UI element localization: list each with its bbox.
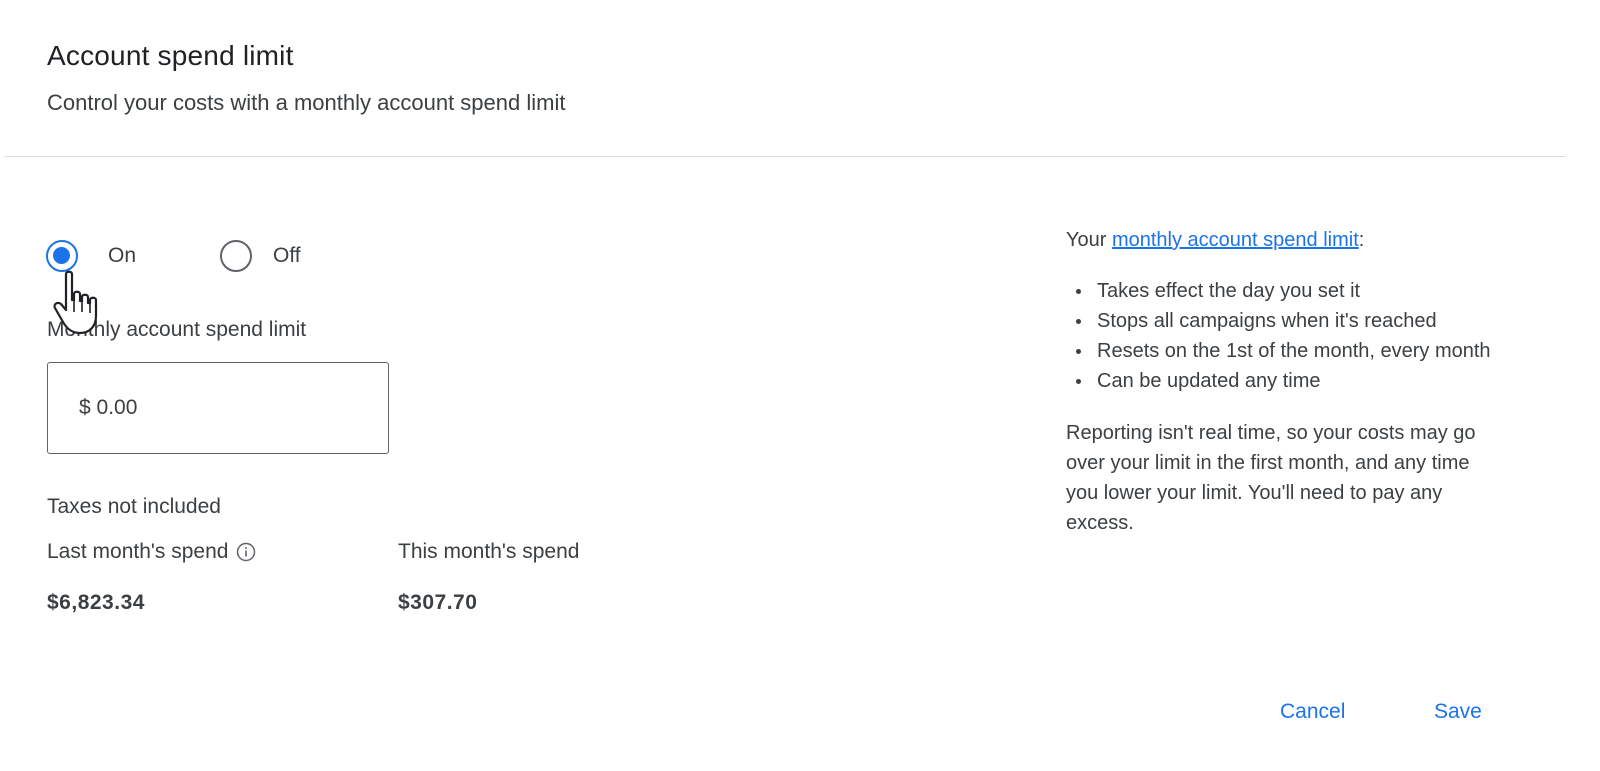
info-bullet-list: Takes effect the day you set it Stops al… [1066,276,1506,396]
spend-limit-help-link[interactable]: monthly account spend limit [1112,229,1359,251]
reporting-note: Reporting isn't real time, so your costs… [1066,422,1476,534]
spend-limit-value[interactable]: $ 0.00 [79,396,137,420]
radio-checked-icon[interactable] [46,240,78,272]
radio-on[interactable]: On [46,240,136,272]
last-month-spend-value: $6,823.34 [47,591,145,614]
list-item: Takes effect the day you set it [1066,276,1506,306]
list-item: Resets on the 1st of the month, every mo… [1066,336,1506,366]
info-icon[interactable] [236,542,256,562]
info-panel: Your monthly account spend limit: Takes … [1066,225,1506,538]
cancel-button[interactable]: Cancel [1280,700,1345,724]
last-month-spend-label: Last month's spend [47,540,256,564]
header-divider [4,156,1566,157]
dialog-header: Account spend limit Control your costs w… [0,0,1600,158]
radio-unchecked-icon[interactable] [220,240,252,272]
radio-off[interactable]: Off [220,240,301,272]
this-month-spend-label-text: This month's spend [398,540,580,563]
this-month-spend-value: $307.70 [398,591,478,614]
list-item: Can be updated any time [1066,366,1506,396]
page-title: Account spend limit [47,40,294,71]
taxes-note: Taxes not included [47,495,221,518]
this-month-spend-label: This month's spend [398,540,579,564]
info-panel-intro: Your monthly account spend limit: [1066,225,1506,255]
hand-pointer-icon [53,270,98,335]
page-subtitle: Control your costs with a monthly accoun… [47,90,566,115]
info-intro-prefix: Your [1066,229,1112,251]
radio-on-label: On [108,244,137,267]
spend-limit-input[interactable]: $ 0.00 [47,362,389,454]
radio-off-label: Off [273,244,301,267]
info-intro-suffix: : [1358,229,1365,251]
save-button[interactable]: Save [1434,700,1482,724]
last-month-spend-label-text: Last month's spend [47,540,229,563]
list-item: Stops all campaigns when it's reached [1066,306,1506,336]
